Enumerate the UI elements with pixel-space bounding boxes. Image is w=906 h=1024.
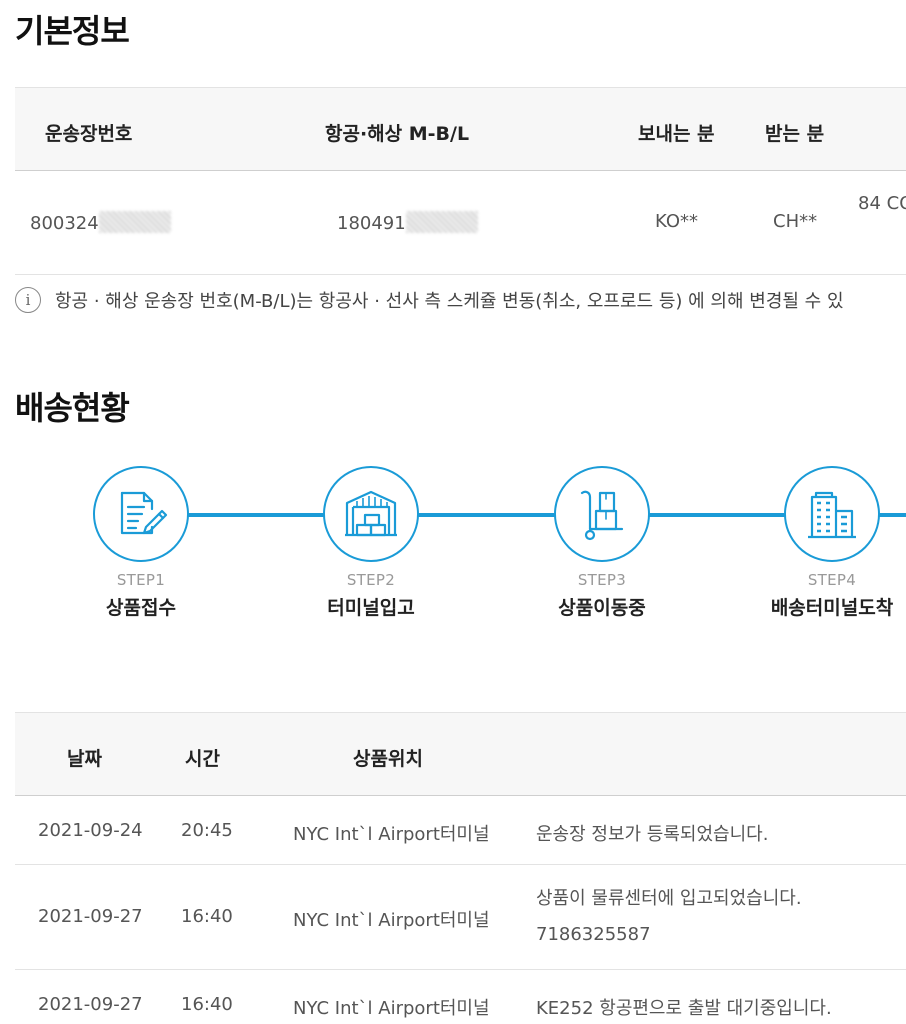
header-time: 시간	[185, 748, 220, 770]
document-pen-icon	[120, 491, 168, 535]
row-description: 상품이 물류센터에 입고되었습니다. 7186325587	[536, 881, 802, 953]
row-time: 16:40	[181, 906, 233, 927]
row-description-line1: 상품이 물류센터에 입고되었습니다.	[536, 888, 802, 909]
step-2-name: 터미널입고	[327, 597, 415, 619]
row-date: 2021-09-27	[38, 906, 143, 927]
history-table: 날짜 시간 상품위치 2021-09-24 20:45 NYC Int`l Ai…	[15, 712, 906, 1024]
step-3-number: STEP3	[577, 571, 627, 589]
sender-value: KO**	[655, 211, 698, 232]
buildings-icon	[808, 491, 856, 539]
row-description: 운송장 정보가 등록되었습니다.	[536, 824, 769, 845]
header-waybill: 운송장번호	[45, 123, 133, 145]
row-time: 20:45	[181, 820, 233, 841]
redacted-mask	[98, 211, 171, 233]
address-value: 84 CO	[858, 193, 906, 214]
step-2: STEP2 터미널입고	[271, 460, 471, 620]
info-icon: i	[15, 287, 41, 313]
step-3-name: 상품이동중	[558, 597, 646, 619]
waybill-value: 800324	[30, 211, 171, 234]
row-date: 2021-09-27	[38, 994, 143, 1015]
history-header: 날짜 시간 상품위치	[15, 712, 906, 796]
step-3: STEP3 상품이동중	[502, 460, 702, 620]
warehouse-boxes-icon	[345, 490, 397, 537]
step-4-name: 배송터미널도착	[770, 597, 894, 619]
table-row: 2021-09-27 16:40 NYC Int`l Airport터미널 상품…	[15, 865, 906, 970]
redacted-mask	[405, 211, 478, 233]
delivery-status-title: 배송현황	[15, 389, 130, 427]
table-row: 2021-09-27 16:40 NYC Int`l Airport터미널 KE…	[15, 970, 906, 1024]
notice-text: 항공 · 해상 운송장 번호(M-B/L)는 항공사 · 선사 측 스케쥴 변동…	[55, 291, 844, 312]
mbl-notice: i 항공 · 해상 운송장 번호(M-B/L)는 항공사 · 선사 측 스케쥴 …	[15, 287, 844, 313]
step-3-circle	[554, 466, 650, 562]
delivery-steps: STEP1 상품접수 STEP2 터미널입고 STEP3 상품이동중 STEP4…	[0, 460, 906, 630]
row-description-line2: 7186325587	[536, 924, 651, 945]
basic-info-title: 기본정보	[15, 12, 130, 50]
step-1: STEP1 상품접수	[41, 460, 241, 620]
mbl-number: 180491	[337, 213, 406, 234]
basic-info-header: 운송장번호 항공·해상 M-B/L 보내는 분 받는 분	[15, 87, 906, 171]
header-date: 날짜	[67, 748, 102, 770]
basic-info-row: 800324 180491 KO** CH** 84 CO	[15, 171, 906, 275]
step-2-number: STEP2	[346, 571, 396, 589]
row-location: NYC Int`l Airport터미널	[293, 910, 490, 931]
step-4: STEP4 배송터미널도착	[732, 460, 906, 620]
step-2-circle	[323, 466, 419, 562]
basic-info-table: 운송장번호 항공·해상 M-B/L 보내는 분 받는 분 800324 1804…	[15, 87, 906, 275]
step-4-number: STEP4	[807, 571, 857, 589]
step-1-name: 상품접수	[106, 597, 176, 619]
step-1-number: STEP1	[116, 571, 166, 589]
row-description: KE252 항공편으로 출발 대기중입니다.	[536, 998, 832, 1019]
mbl-value: 180491	[337, 211, 478, 234]
header-receiver: 받는 분	[765, 123, 825, 145]
header-mbl: 항공·해상 M-B/L	[325, 123, 470, 145]
row-date: 2021-09-24	[38, 820, 143, 841]
receiver-value: CH**	[773, 211, 818, 232]
step-4-circle	[784, 466, 880, 562]
tracking-page: 기본정보 운송장번호 항공·해상 M-B/L 보내는 분 받는 분 800324…	[0, 0, 906, 1024]
row-time: 16:40	[181, 994, 233, 1015]
header-sender: 보내는 분	[638, 123, 715, 145]
waybill-number: 800324	[30, 213, 99, 234]
hand-truck-icon	[580, 490, 624, 541]
header-location: 상품위치	[353, 748, 423, 770]
row-location: NYC Int`l Airport터미널	[293, 824, 490, 845]
step-1-circle	[93, 466, 189, 562]
row-location: NYC Int`l Airport터미널	[293, 998, 490, 1019]
table-row: 2021-09-24 20:45 NYC Int`l Airport터미널 운송…	[15, 796, 906, 865]
